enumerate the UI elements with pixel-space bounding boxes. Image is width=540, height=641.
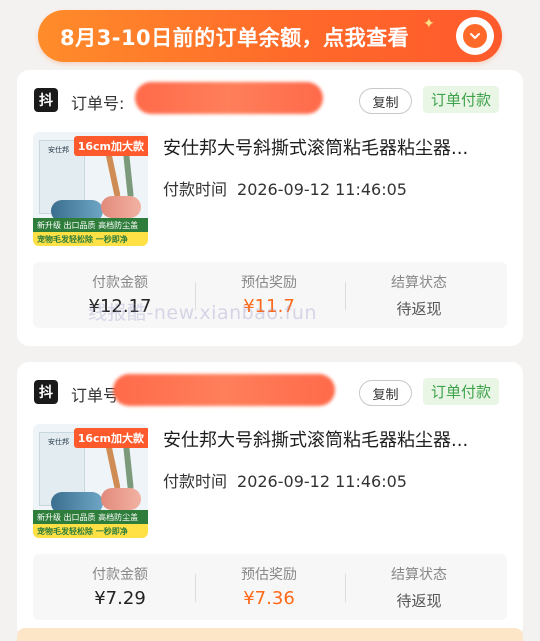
reward-value: ¥7.36 xyxy=(243,588,295,609)
copy-order-number-button[interactable]: 复制 xyxy=(359,380,412,406)
product-title[interactable]: 安仕邦大号斜撕式滚筒粘毛器粘尘器... xyxy=(163,134,508,160)
amount-value: ¥7.29 xyxy=(94,588,146,609)
thumb-slogan-text: 宠物毛发轻松除 一秒即净 xyxy=(33,232,148,246)
banner-text: 8月3-10日前的订单余额，点我查看 xyxy=(60,26,410,50)
arrow-down-icon xyxy=(463,24,487,48)
pay-time-value: 2026-09-12 11:46:05 xyxy=(237,180,407,199)
thumb-strip-text: 新升级 出口品质 高档防尘盖 xyxy=(33,510,148,524)
pay-time-label: 付款时间 xyxy=(163,180,228,199)
settle-label: 结算状态 xyxy=(391,567,447,583)
douyin-platform-icon: 抖 xyxy=(34,88,58,112)
settle-label: 结算状态 xyxy=(391,275,447,291)
size-tag: 16cm加大款 xyxy=(73,136,148,156)
copy-order-number-button[interactable]: 复制 xyxy=(359,88,412,114)
pay-time: 付款时间 2026-09-12 11:46:05 xyxy=(163,176,407,200)
pay-time: 付款时间 2026-09-12 11:46:05 xyxy=(163,468,407,492)
order-card[interactable]: 抖 订单号: 复制 订单付款 安仕邦 16cm加大款 新升级 出口品质 高档防尘… xyxy=(17,362,523,638)
stat-settle: 结算状态 待返现 xyxy=(344,272,494,319)
thumb-strip-text: 新升级 出口品质 高档防尘盖 xyxy=(33,218,148,232)
reward-label: 预估奖励 xyxy=(241,567,297,583)
amount-label: 付款金额 xyxy=(92,275,148,291)
stat-settle: 结算状态 待返现 xyxy=(344,564,494,611)
watermark-text: 线报酷-new.xianbao.fun xyxy=(88,302,317,324)
pay-time-label: 付款时间 xyxy=(163,472,228,491)
thumb-slogan-text: 宠物毛发轻松除 一秒即净 xyxy=(33,524,148,538)
size-tag: 16cm加大款 xyxy=(73,428,148,448)
order-balance-banner[interactable]: 8月3-10日前的订单余额，点我查看 ✦ xyxy=(38,10,502,62)
order-number-label: 订单号: xyxy=(71,94,125,113)
redacted-order-number xyxy=(113,374,335,406)
stat-reward: 预估奖励 ¥7.36 xyxy=(194,564,344,609)
sparkle-icon: ✦ xyxy=(423,16,435,32)
settle-value: 待返现 xyxy=(396,592,442,610)
amount-label: 付款金额 xyxy=(92,567,148,583)
reward-label: 预估奖励 xyxy=(241,275,297,291)
pay-time-value: 2026-09-12 11:46:05 xyxy=(237,472,407,491)
douyin-platform-icon: 抖 xyxy=(34,380,58,404)
order-status-badge: 订单付款 xyxy=(423,378,500,405)
product-thumbnail[interactable]: 安仕邦 16cm加大款 新升级 出口品质 高档防尘盖 宠物毛发轻松除 一秒即净 xyxy=(33,132,148,246)
product-thumbnail[interactable]: 安仕邦 16cm加大款 新升级 出口品质 高档防尘盖 宠物毛发轻松除 一秒即净 xyxy=(33,424,148,538)
stat-amount: 付款金额 ¥7.29 xyxy=(45,564,195,609)
redacted-order-number xyxy=(135,82,323,114)
order-stats: 付款金额 ¥7.29 预估奖励 ¥7.36 结算状态 待返现 xyxy=(33,554,507,620)
settle-value: 待返现 xyxy=(396,300,442,318)
next-card-edge xyxy=(17,628,523,641)
order-status-badge: 订单付款 xyxy=(423,86,500,113)
banner-arrow-button[interactable] xyxy=(456,17,494,55)
product-title[interactable]: 安仕邦大号斜撕式滚筒粘毛器粘尘器... xyxy=(163,426,508,452)
